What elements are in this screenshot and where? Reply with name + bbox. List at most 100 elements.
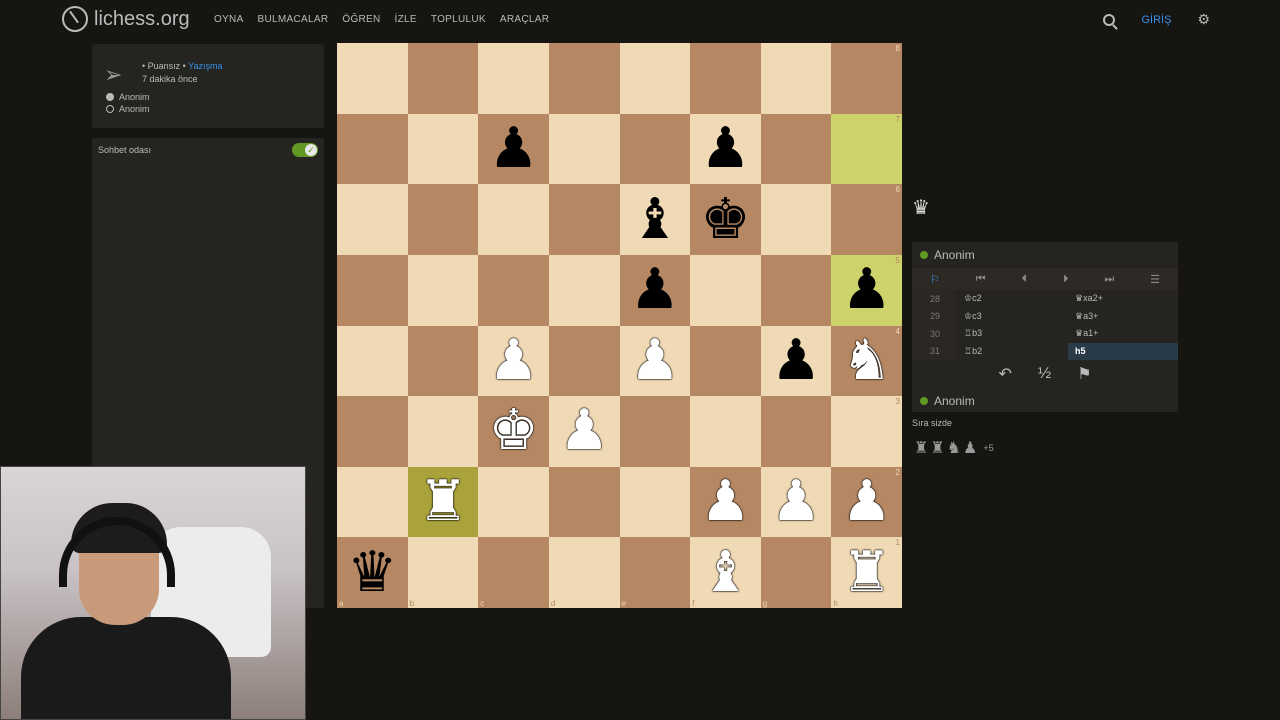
square-a7[interactable] bbox=[337, 113, 408, 185]
square-a6[interactable] bbox=[337, 184, 408, 255]
black-king[interactable]: ♚ bbox=[700, 191, 750, 248]
square-g6[interactable] bbox=[760, 184, 832, 255]
square-b1[interactable]: b bbox=[407, 537, 479, 608]
square-e6[interactable]: ♝ bbox=[619, 184, 691, 255]
square-g3[interactable] bbox=[760, 396, 832, 467]
square-d6[interactable] bbox=[548, 184, 620, 255]
square-h7[interactable]: 7 bbox=[831, 113, 902, 185]
search-icon[interactable] bbox=[1103, 13, 1116, 26]
square-c6[interactable] bbox=[478, 184, 549, 255]
square-f3[interactable] bbox=[690, 396, 761, 467]
square-a5[interactable] bbox=[337, 254, 408, 326]
square-d1[interactable]: d bbox=[548, 537, 620, 608]
square-f5[interactable] bbox=[690, 254, 761, 326]
square-a3[interactable] bbox=[337, 396, 408, 467]
white-pawn[interactable]: ♟ bbox=[842, 474, 892, 530]
first-move-icon[interactable]: ⏮ bbox=[976, 273, 986, 286]
black-pawn[interactable]: ♟ bbox=[700, 120, 750, 177]
square-h1[interactable]: 1 h ♜ bbox=[831, 537, 902, 608]
square-a1[interactable]: a ♛ bbox=[337, 537, 408, 608]
black-move[interactable]: ♛a1+ bbox=[1068, 325, 1178, 343]
white-move[interactable]: ♖b2 bbox=[956, 346, 1068, 357]
square-e8[interactable] bbox=[619, 43, 691, 114]
white-pawn[interactable]: ♟ bbox=[559, 403, 609, 459]
square-d5[interactable] bbox=[548, 254, 620, 326]
square-h8[interactable]: 8 bbox=[831, 43, 902, 114]
site-logo[interactable]: lichess.org bbox=[62, 6, 190, 32]
square-a2[interactable] bbox=[337, 466, 408, 538]
square-d7[interactable] bbox=[548, 113, 620, 185]
square-f8[interactable] bbox=[690, 43, 761, 114]
square-a8[interactable] bbox=[337, 43, 408, 114]
offer-draw-button[interactable]: ½ bbox=[1038, 365, 1051, 383]
white-move[interactable]: ♔c3 bbox=[956, 311, 1068, 322]
white-rook[interactable]: ♜ bbox=[842, 544, 892, 601]
prev-move-icon[interactable]: ⏴ bbox=[1022, 273, 1028, 286]
square-e5[interactable]: ♟ bbox=[619, 254, 691, 326]
white-knight[interactable]: ♞ bbox=[842, 332, 892, 389]
menu-icon[interactable]: ☰ bbox=[1150, 273, 1160, 286]
square-c8[interactable] bbox=[478, 43, 549, 114]
black-pawn[interactable]: ♟ bbox=[488, 120, 538, 177]
square-g2[interactable]: ♟ bbox=[760, 466, 832, 538]
square-e2[interactable] bbox=[619, 466, 691, 538]
square-b8[interactable] bbox=[407, 43, 479, 114]
variant-link[interactable]: Yazışma bbox=[188, 61, 222, 71]
square-g5[interactable] bbox=[760, 254, 832, 326]
square-b7[interactable] bbox=[407, 113, 479, 185]
nav-community[interactable]: TOPLULUK bbox=[431, 14, 486, 25]
square-b6[interactable] bbox=[407, 184, 479, 255]
black-player-row[interactable]: Anonim bbox=[106, 104, 150, 114]
square-d2[interactable] bbox=[548, 466, 620, 538]
black-move[interactable]: ♛xa2+ bbox=[1068, 290, 1178, 308]
square-c5[interactable] bbox=[478, 254, 549, 326]
nav-puzzles[interactable]: BULMACALAR bbox=[258, 14, 329, 25]
chess-board[interactable]: 8 ♟ ♟ 7 ♝ ♚ 6 ♟ 5 ♟ ♟ ♟ ♟ 4 ♞ ♚ ♟ 3 ♜ ♟ ♟ 2 ♟ a ♛ b c d e f ♝ g 1 h ♜ bbox=[337, 43, 902, 608]
black-queen[interactable]: ♛ bbox=[347, 544, 397, 601]
square-b4[interactable] bbox=[407, 325, 479, 397]
white-move[interactable]: ♔c2 bbox=[956, 293, 1068, 304]
white-king[interactable]: ♚ bbox=[488, 403, 538, 459]
white-pawn[interactable]: ♟ bbox=[700, 474, 750, 530]
square-f6[interactable]: ♚ bbox=[690, 184, 761, 255]
white-rook[interactable]: ♜ bbox=[418, 474, 468, 530]
white-bishop[interactable]: ♝ bbox=[700, 544, 750, 601]
square-f7[interactable]: ♟ bbox=[690, 113, 761, 185]
current-move[interactable]: h5 bbox=[1068, 342, 1178, 360]
last-move-icon[interactable]: ⏭ bbox=[1104, 273, 1114, 286]
flip-board-icon[interactable]: ⚐ bbox=[930, 273, 940, 286]
square-d3[interactable]: ♟ bbox=[548, 396, 620, 467]
square-b5[interactable] bbox=[407, 254, 479, 326]
square-c1[interactable]: c bbox=[478, 537, 549, 608]
login-link[interactable]: GİRİŞ bbox=[1141, 14, 1171, 26]
next-move-icon[interactable]: ⏵ bbox=[1063, 273, 1069, 286]
square-h6[interactable]: 6 bbox=[831, 184, 902, 255]
square-b3[interactable] bbox=[407, 396, 479, 467]
square-h2[interactable]: 2 ♟ bbox=[831, 466, 902, 538]
square-e3[interactable] bbox=[619, 396, 691, 467]
black-move[interactable]: ♛a3+ bbox=[1068, 308, 1178, 326]
square-e7[interactable] bbox=[619, 113, 691, 185]
black-bishop[interactable]: ♝ bbox=[630, 191, 680, 248]
square-e1[interactable]: e bbox=[619, 537, 691, 608]
black-pawn[interactable]: ♟ bbox=[630, 262, 680, 318]
square-f1[interactable]: f ♝ bbox=[690, 537, 761, 608]
square-h3[interactable]: 3 bbox=[831, 396, 902, 467]
square-h5[interactable]: 5 ♟ bbox=[831, 254, 902, 326]
white-pawn[interactable]: ♟ bbox=[771, 474, 821, 530]
nav-play[interactable]: OYNA bbox=[214, 14, 244, 25]
square-b2[interactable]: ♜ bbox=[407, 466, 479, 538]
white-pawn[interactable]: ♟ bbox=[488, 332, 538, 389]
top-player[interactable]: Anonim bbox=[920, 248, 975, 262]
square-g7[interactable] bbox=[760, 113, 832, 185]
nav-tools[interactable]: ARAÇLAR bbox=[500, 14, 549, 25]
bottom-player[interactable]: Anonim bbox=[920, 394, 975, 408]
square-d8[interactable] bbox=[548, 43, 620, 114]
square-g8[interactable] bbox=[760, 43, 832, 114]
white-move[interactable]: ♖b3 bbox=[956, 328, 1068, 339]
square-g4[interactable]: ♟ bbox=[760, 325, 832, 397]
black-pawn[interactable]: ♟ bbox=[771, 332, 821, 389]
square-c4[interactable]: ♟ bbox=[478, 325, 549, 397]
white-pawn[interactable]: ♟ bbox=[630, 332, 680, 389]
takeback-icon[interactable]: ↶ bbox=[998, 364, 1011, 384]
